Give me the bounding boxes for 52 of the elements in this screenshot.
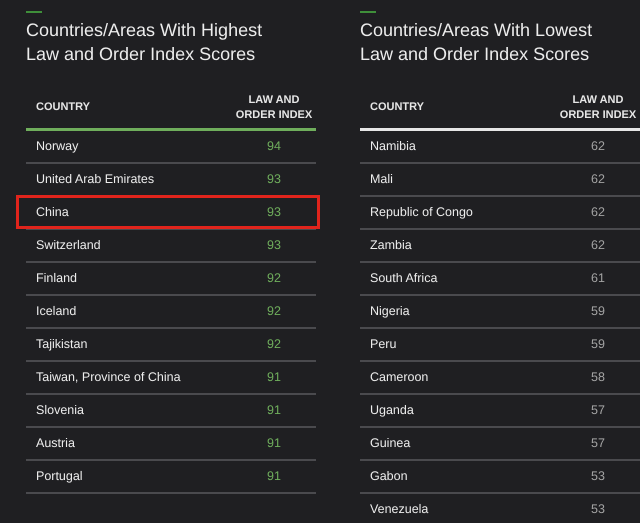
country-cell-text: Namibia [369, 138, 416, 156]
index-cell-text: 57 [590, 435, 606, 452]
index-cell-text: 91 [266, 468, 282, 486]
country-cell-text: Slovenia [35, 402, 84, 420]
index-cell-text: 61 [590, 270, 606, 288]
index-cell-text: 57 [590, 402, 606, 420]
country-cell-text: Uganda [369, 402, 414, 420]
index-cell-text: 62 [590, 204, 606, 222]
index-cell-text: 93 [266, 237, 282, 254]
index-cell-text: 92 [266, 270, 282, 288]
country-cell-text: Tajikistan [35, 336, 88, 354]
country-cell-text: United Arab Emirates [35, 171, 154, 188]
table-title: Countries/Areas With Highest Law and Order Index Scores [26, 19, 264, 66]
country-cell-text: South Africa [369, 270, 438, 288]
column-header: LAW AND ORDER INDEX [234, 92, 314, 122]
country-cell-text: Nigeria [369, 303, 410, 320]
index-cell-text: 91 [266, 369, 282, 386]
index-cell-text: 94 [266, 138, 282, 156]
index-cell-text: 59 [590, 303, 606, 320]
index-cell-text: 91 [266, 435, 282, 452]
column-header: COUNTRY [35, 100, 90, 116]
country-cell-text: Finland [35, 270, 77, 288]
country-cell-text: Guinea [369, 435, 410, 452]
country-cell-text: Venezuela [369, 501, 428, 518]
index-cell-text: 91 [266, 402, 282, 420]
country-cell-text: Cameroon [369, 369, 428, 386]
country-cell-text: Mali [369, 171, 393, 188]
country-cell-text: Gabon [369, 468, 408, 486]
country-cell-text: Zambia [369, 237, 412, 254]
index-cell-text: 53 [590, 501, 606, 518]
index-cell-text: 92 [266, 336, 282, 354]
table-title: Countries/Areas With Lowest Law and Order Index Scores [360, 19, 594, 66]
index-cell-text: 93 [266, 204, 282, 222]
country-cell-text: Iceland [35, 303, 76, 320]
country-cell-text: Peru [369, 336, 396, 354]
index-cell-text: 62 [590, 171, 606, 188]
country-cell-text: Switzerland [35, 237, 101, 254]
column-header: LAW AND ORDER INDEX [558, 92, 638, 122]
index-cell-text: 59 [590, 336, 606, 354]
country-cell-text: Republic of Congo [369, 204, 473, 222]
index-cell-text: 62 [590, 138, 606, 156]
country-cell-text: Norway [35, 138, 78, 156]
country-cell-text: Portugal [35, 468, 83, 486]
index-cell-text: 92 [266, 303, 282, 320]
index-cell-text: 58 [590, 369, 606, 386]
index-cell-text: 93 [266, 171, 282, 188]
country-cell-text: Taiwan, Province of China [35, 369, 181, 386]
country-cell-text: China [35, 204, 69, 222]
index-cell-text: 62 [590, 237, 606, 254]
index-cell-text: 53 [590, 468, 606, 486]
column-header: COUNTRY [369, 100, 424, 116]
country-cell-text: Austria [35, 435, 75, 452]
